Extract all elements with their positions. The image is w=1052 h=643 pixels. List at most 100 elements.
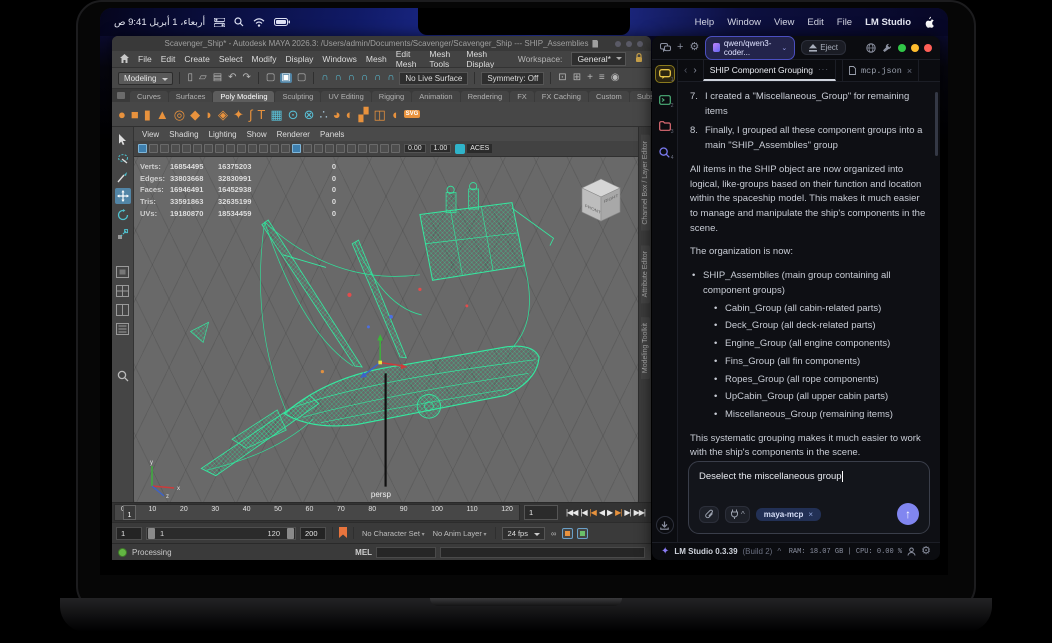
chat-scrollbar[interactable] [935, 92, 938, 156]
panel-tab[interactable]: Channel Box / Layer Editor [641, 135, 650, 231]
current-frame-field[interactable]: 1 [524, 505, 558, 520]
menu-set-select[interactable]: Modeling [118, 72, 173, 85]
shelf-tab[interactable]: Surfaces [169, 91, 213, 102]
maya-menu-item[interactable]: Edit Mesh [396, 49, 421, 69]
app-version[interactable]: LM Studio 0.3.39 [674, 547, 737, 556]
auto-key-icon[interactable] [562, 528, 573, 539]
viewport-menu-item[interactable]: Panels [320, 130, 344, 139]
playback-loop-icon[interactable]: ∞ [549, 529, 558, 538]
shelf-tab[interactable]: Poly Modeling [213, 91, 274, 102]
live-surface-field[interactable]: No Live Surface [399, 72, 468, 85]
user-icon[interactable] [907, 547, 916, 556]
character-set-select[interactable]: No Character Set [360, 529, 427, 538]
sidebar-my-models-icon[interactable]: 3 [656, 118, 674, 134]
bookmark-icon[interactable] [171, 144, 180, 153]
paint-select-tool-icon[interactable] [115, 169, 131, 185]
wifi-icon[interactable] [253, 18, 265, 27]
field-chart-icon[interactable] [248, 144, 257, 153]
move-tool-icon[interactable] [115, 188, 131, 204]
screen-space-ao-icon[interactable] [336, 144, 345, 153]
shelf-tab[interactable]: Rendering [461, 91, 510, 102]
clock-date[interactable]: أربعاء، 1 أبريل 9:41 ص [114, 17, 205, 28]
plugins-button[interactable]: ^ [725, 506, 750, 523]
playback-button[interactable]: |◀ [580, 508, 586, 517]
mcp-server-badge[interactable]: maya-mcp × [756, 508, 821, 521]
panel-tab[interactable]: Modeling Toolkit [641, 317, 650, 379]
character-controls-icon[interactable]: + [586, 73, 594, 83]
lock-camera-icon[interactable] [149, 144, 158, 153]
playback-button[interactable]: ◀ [599, 508, 604, 517]
range-slider[interactable]: 1 120 [146, 527, 296, 540]
chats-panel-icon[interactable] [660, 43, 671, 53]
viewport-menu-item[interactable]: View [142, 130, 159, 139]
maya-menu-item[interactable]: Modify [252, 54, 277, 64]
snap-point-icon[interactable]: ∩ [347, 73, 356, 83]
playback-button[interactable]: ▶| [615, 508, 621, 517]
menubar-app-name[interactable]: LM Studio [865, 17, 911, 28]
mirror-icon[interactable]: ◐ [346, 108, 354, 121]
bridge-icon[interactable]: ◫ [373, 108, 385, 121]
new-scene-icon[interactable]: ▯ [186, 73, 194, 83]
select-hierarchy-icon[interactable]: ▢ [265, 73, 276, 83]
shelf-tab[interactable]: Rigging [372, 91, 411, 102]
layout-four-pane-icon[interactable] [115, 283, 131, 299]
gate-mask-icon[interactable] [237, 144, 246, 153]
poly-cube-icon[interactable]: ■ [131, 108, 139, 121]
arnold-icon[interactable]: ◉ [610, 73, 621, 83]
center-pivot-icon[interactable]: ⊙ [288, 108, 299, 121]
select-tool-icon[interactable] [115, 131, 131, 147]
undo-icon[interactable]: ↶ [227, 73, 237, 83]
tab-mcp-json[interactable]: mcp.json × [842, 60, 919, 81]
shelf-tab[interactable]: Sculpting [275, 91, 320, 102]
home-icon[interactable] [120, 54, 129, 65]
isolate-select-icon[interactable] [358, 144, 367, 153]
menubar-item[interactable]: Window [727, 17, 761, 28]
anim-layer-select[interactable]: No Anim Layer [431, 529, 489, 538]
battery-icon[interactable] [274, 18, 290, 26]
safe-action-icon[interactable] [259, 144, 268, 153]
shelf-tab[interactable]: FX [510, 91, 534, 102]
xray-icon[interactable] [369, 144, 378, 153]
command-line-input[interactable] [440, 547, 645, 558]
attach-file-button[interactable] [699, 506, 719, 523]
platonic-solid-icon[interactable]: ◈ [218, 108, 228, 121]
viewport-menu-item[interactable]: Lighting [209, 130, 237, 139]
lmstudio-titlebar[interactable]: + ⚙ qwen/qwen3-coder... ⌄ Eject [652, 36, 940, 60]
poly-plane-icon[interactable]: ◆ [190, 108, 200, 121]
set-key-icon[interactable] [577, 528, 588, 539]
quad-draw-icon[interactable]: ▞ [358, 108, 368, 121]
lasso-tool-icon[interactable] [115, 150, 131, 166]
maya-menu-item[interactable]: Mesh [366, 54, 387, 64]
sidebar-discover-icon[interactable]: 4 [656, 144, 674, 160]
motion-blur-icon[interactable] [347, 144, 356, 153]
range-end-grip[interactable] [287, 528, 294, 539]
shelf-tab[interactable]: UV Editing [321, 91, 370, 102]
poly-disc-icon[interactable]: ◗ [205, 108, 213, 121]
select-camera-icon[interactable] [138, 144, 147, 153]
maya-menu-item[interactable]: Edit [161, 54, 176, 64]
menubar-item[interactable]: View [774, 17, 794, 28]
2d-pan-zoom-icon[interactable] [182, 144, 191, 153]
range-start-grip[interactable] [148, 528, 155, 539]
image-plane-icon[interactable] [160, 144, 169, 153]
grease-pencil-icon[interactable] [193, 144, 202, 153]
view-cube[interactable]: FRONT RIGHT [578, 175, 624, 225]
viewport-menu-item[interactable]: Shading [169, 130, 198, 139]
model-selector[interactable]: qwen/qwen3-coder... ⌄ [705, 36, 795, 60]
resolution-gate-icon[interactable] [226, 144, 235, 153]
rotate-tool-icon[interactable] [115, 207, 131, 223]
menubar-item[interactable]: File [837, 17, 852, 28]
anim-start-field[interactable]: 1 [116, 527, 142, 540]
shelf-tab[interactable]: Custom [589, 91, 629, 102]
remove-mcp-icon[interactable]: × [808, 510, 813, 519]
playback-button[interactable]: ▶ [607, 508, 612, 517]
shelf-tab[interactable]: FX Caching [535, 91, 588, 102]
maya-menu-item[interactable]: Display [286, 54, 314, 64]
viewport-menu-item[interactable]: Renderer [277, 130, 310, 139]
maya-titlebar[interactable]: Scavenger_Ship* - Autodesk MAYA 2026.3: … [112, 36, 651, 51]
bevel-icon[interactable]: ◖ [391, 108, 399, 121]
current-time-marker[interactable]: 1 [123, 505, 136, 520]
downloads-icon[interactable] [656, 516, 674, 534]
gamma-icon[interactable] [391, 144, 400, 153]
zoom-tool-icon[interactable] [115, 368, 131, 384]
